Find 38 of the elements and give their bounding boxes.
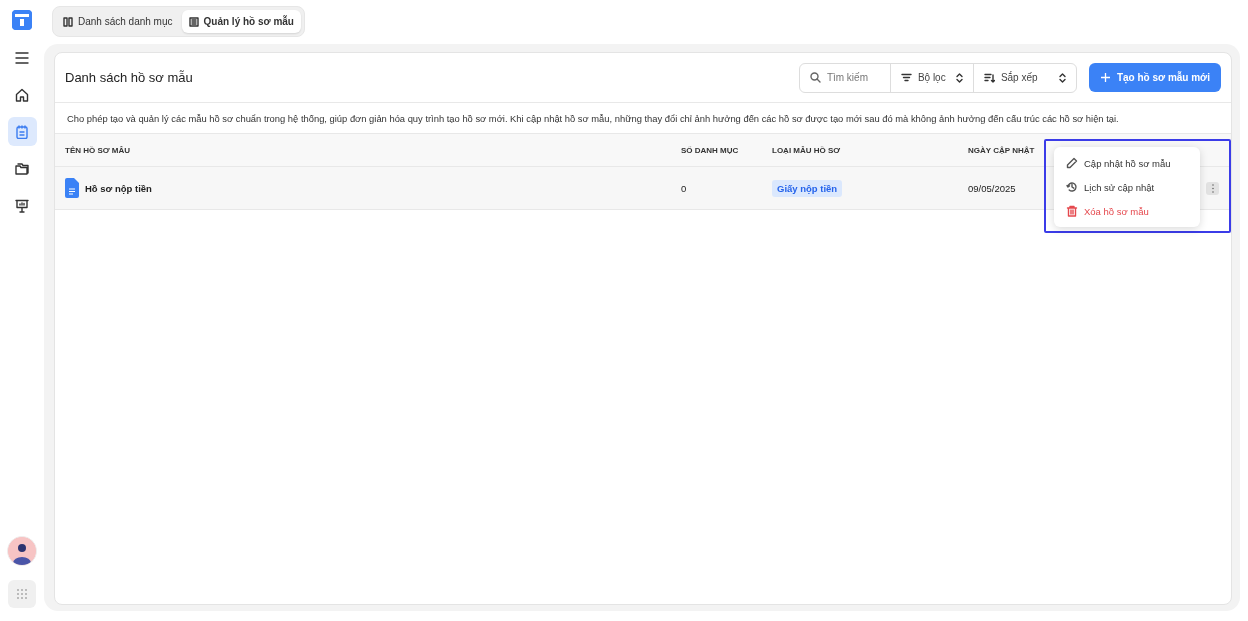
grid-icon	[17, 589, 27, 599]
search-field[interactable]: Tìm kiếm	[799, 63, 891, 92]
column-header: NGÀY CẬP NHẬT	[968, 145, 1035, 155]
tab[interactable]: Danh sách danh mục	[56, 10, 180, 33]
column-header: LOẠI MẪU HỒ SƠ	[772, 145, 841, 155]
calendar-icon[interactable]	[16, 124, 28, 139]
menu-icon[interactable]	[15, 51, 29, 64]
pencil-icon	[1066, 157, 1078, 169]
avatar[interactable]	[7, 536, 37, 566]
presentation-board-icon[interactable]	[15, 198, 29, 213]
tab[interactable]: Quản lý hồ sơ mẫu	[181, 10, 301, 33]
list-icon	[188, 16, 199, 27]
table-cell: Hồ sơ nộp tiền	[85, 182, 152, 194]
sort-button[interactable]: Sắp xếp	[973, 63, 1076, 92]
history-icon	[1066, 181, 1078, 193]
home-icon[interactable]	[15, 87, 29, 102]
type-tag: Giấy nộp tiền	[772, 179, 843, 197]
sort-icon	[983, 72, 995, 83]
chevron-up-down-icon	[1058, 72, 1066, 83]
column-header: SỐ DANH MỤC	[681, 145, 739, 155]
book-icon	[63, 16, 73, 27]
table-cell: 09/05/2025	[968, 182, 1016, 194]
more-vertical-icon	[1211, 183, 1214, 193]
search-icon	[809, 72, 821, 83]
card-title: Danh sách hồ sơ mẫu	[65, 70, 194, 85]
trash-icon	[1066, 205, 1078, 217]
document-icon	[65, 178, 79, 198]
create-button[interactable]: Tạo hồ sơ mẫu mới	[1088, 63, 1221, 92]
description-text: Cho phép tạo và quản lý các mẫu hồ sơ chuẩn trong hệ thống, giúp đơn giản hóa quy trình tạo hồ sơ mới. Khi cập nhật hồ sơ mẫu, những thay đổi chỉ ảnh hưởng đến các hồ sơ được tạo mới sau đó mà không ảnh hưởng đến cấu trúc các hồ sơ hiện tại.	[67, 112, 1119, 124]
app-logo	[12, 10, 32, 30]
chevron-up-down-icon	[955, 72, 963, 83]
folder-icon[interactable]	[15, 162, 29, 175]
column-header: TÊN HỒ SƠ MẪU	[65, 145, 131, 155]
table-cell: 0	[681, 182, 687, 194]
filter-button[interactable]: Bộ lọc	[890, 63, 974, 92]
menu-item[interactable]: Lịch sử cập nhật	[1054, 175, 1200, 199]
plus-icon	[1099, 72, 1111, 83]
filter-icon	[900, 73, 912, 82]
